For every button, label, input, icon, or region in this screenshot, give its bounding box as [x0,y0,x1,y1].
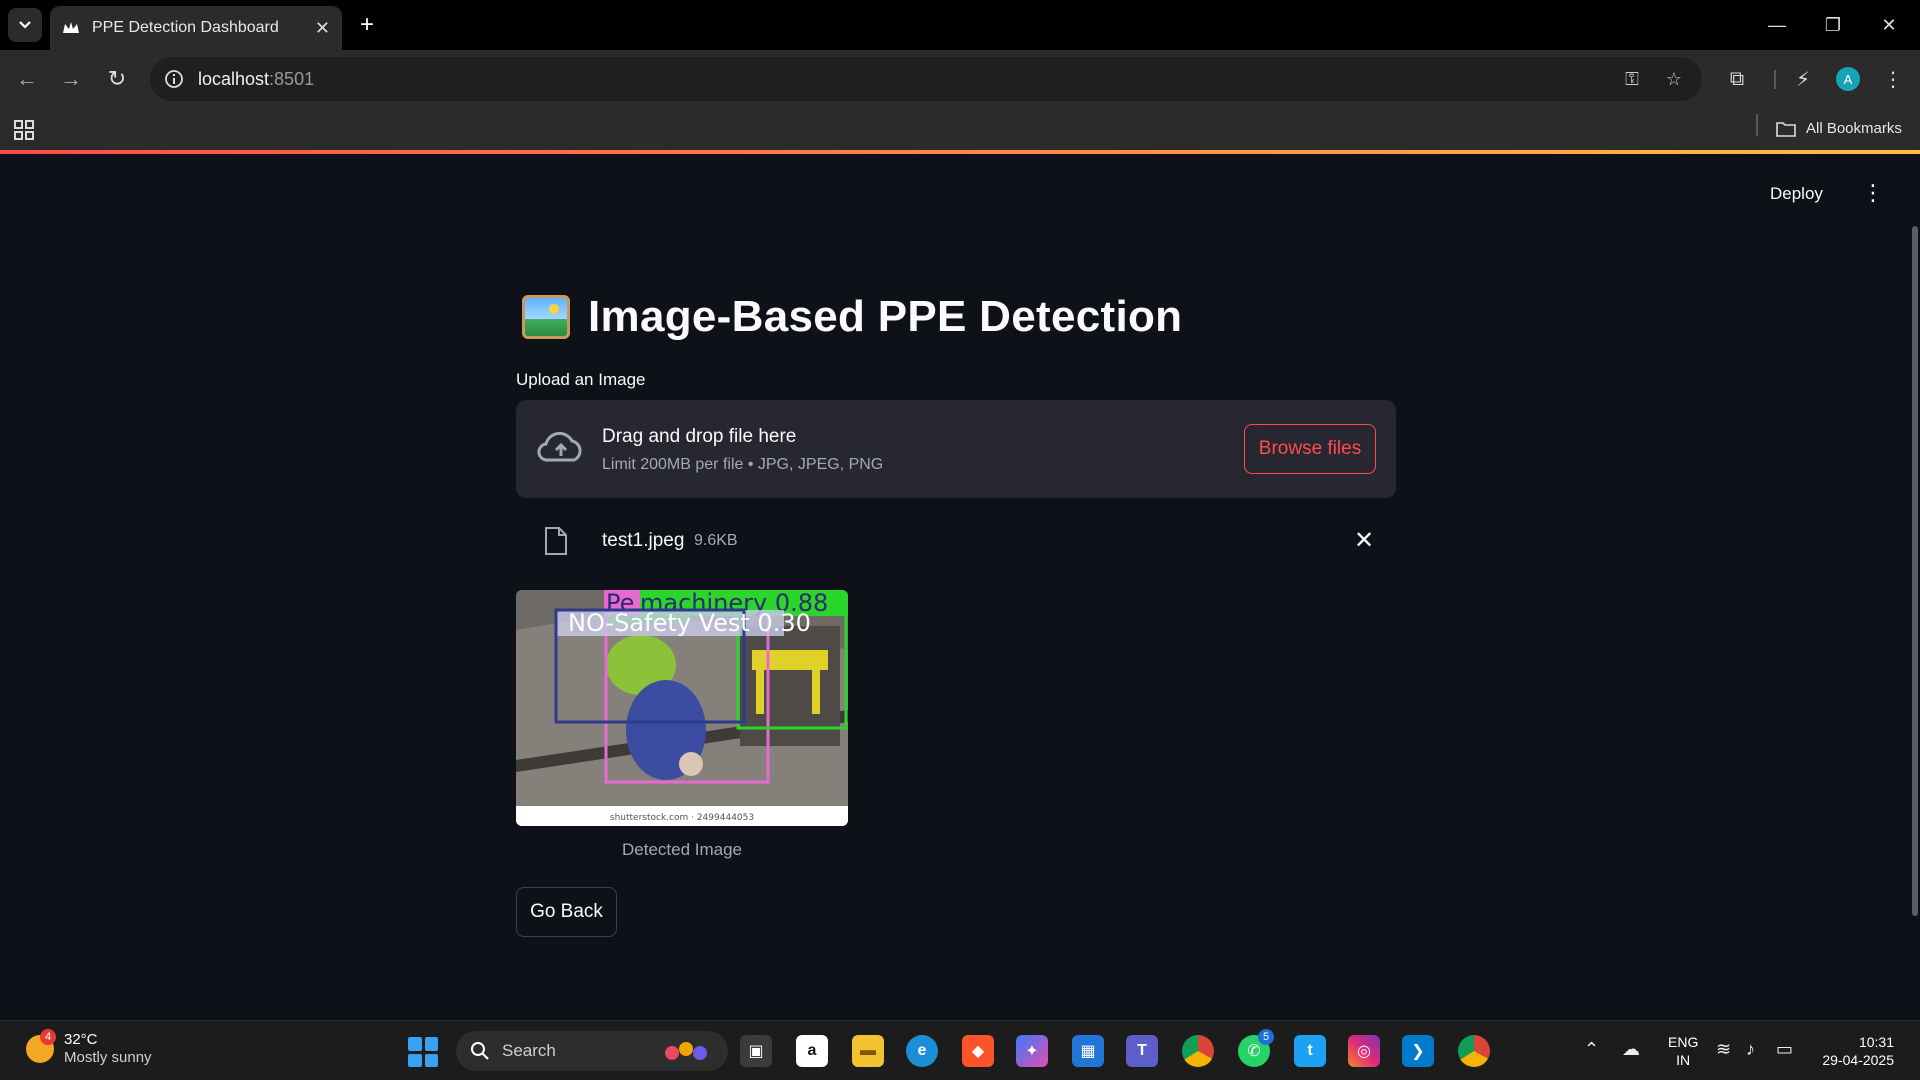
url-port: :8501 [269,68,315,89]
app-menu-icon[interactable]: ⋮ [1862,180,1884,206]
tab-title: PPE Detection Dashboard [92,19,279,36]
folder-icon [1776,121,1796,137]
wifi-icon[interactable]: ≋ [1716,1039,1731,1060]
performance-icon[interactable]: ⚡ [1788,64,1818,94]
go-back-button[interactable]: Go Back [516,887,617,937]
task-view-icon[interactable]: ▣ [740,1035,772,1067]
restore-button[interactable]: ❐ [1808,10,1858,40]
deploy-button[interactable]: Deploy [1770,184,1823,204]
file-icon [545,527,567,555]
scrollbar[interactable] [1912,226,1918,916]
uploaded-file-size: 9.6KB [694,532,738,549]
weather-temperature: 32°C [64,1031,98,1048]
page-title-text: Image-Based PPE Detection [588,292,1183,341]
streamlit-crown-icon [63,22,79,33]
windows-start-icon[interactable] [408,1037,438,1067]
forward-button[interactable]: → [56,64,86,94]
remove-file-icon[interactable]: ✕ [1354,526,1374,555]
volume-icon[interactable]: ♪ [1746,1039,1755,1060]
extensions-icon[interactable]: ⧉ [1722,64,1752,94]
search-icon [471,1042,489,1060]
instagram-icon[interactable]: ◎ [1348,1035,1380,1067]
address-bar[interactable]: localhost:8501 ⚿ ☆ [150,57,1702,101]
dropzone-limit: Limit 200MB per file • JPG, JPEG, PNG [602,456,884,473]
taskbar-search[interactable]: Search [456,1031,728,1071]
weather-description: Mostly sunny [64,1049,152,1066]
tab-search-button[interactable] [8,8,42,42]
image-caption: Detected Image [621,840,742,859]
vscode-icon[interactable]: ❯ [1402,1035,1434,1067]
battery-icon[interactable]: ▭ [1776,1039,1793,1060]
app-container: Deploy ⋮ Image-Based PPE Detection Uploa… [0,154,1920,1020]
weather-badge: 4 [40,1029,56,1045]
close-window-button[interactable]: ✕ [1864,10,1914,40]
password-key-icon[interactable]: ⚿ [1620,67,1644,91]
system-clock[interactable]: 10:31 29-04-2025 [1816,1033,1894,1069]
page-title: Image-Based PPE Detection [522,292,1182,342]
language-indicator[interactable]: ENG IN [1668,1033,1698,1069]
clock-time: 10:31 [1858,1034,1894,1050]
dropzone-title: Drag and drop file here [602,426,797,447]
show-hidden-icons-icon[interactable]: ⌃ [1584,1039,1599,1060]
browser-toolbar: ← → ↻ localhost:8501 ⚿ ☆ ⧉ | ⚡ A ⋮ [0,50,1920,108]
file-dropzone[interactable]: Drag and drop file here Limit 200MB per … [516,400,1396,498]
amazon-icon[interactable]: a [796,1035,828,1067]
taskbar: 4 32°C Mostly sunny Search ▣ a ▬ e ◆ ✦ ▦… [0,1020,1920,1080]
region-code: IN [1676,1052,1691,1068]
chrome-profile-icon[interactable] [1458,1035,1490,1067]
all-bookmarks-button[interactable]: All Bookmarks [1776,120,1902,137]
whatsapp-icon[interactable]: ✆ 5 [1238,1029,1274,1067]
whatsapp-badge: 5 [1258,1029,1274,1045]
detected-image: Pe machinery 0.88 NO-Safety Vest 0.30 sh… [516,590,848,826]
bookmarks-divider [1756,114,1758,136]
microsoft-store-icon[interactable]: ▦ [1072,1035,1104,1067]
detection-result-graphic: Pe machinery 0.88 NO-Safety Vest 0.30 sh… [516,590,848,826]
minimize-button[interactable]: — [1752,10,1802,40]
framed-picture-icon [522,295,570,339]
image-watermark: shutterstock.com · 2499444053 [610,813,754,823]
search-placeholder: Search [502,1041,556,1060]
chrome-icon[interactable] [1182,1035,1214,1067]
box-label-no-vest: NO-Safety Vest 0.30 [568,609,811,637]
uploaded-file-row: test1.jpeg 9.6KB ✕ [516,522,1396,562]
brave-icon[interactable]: ◆ [962,1035,994,1067]
browser-tab-active[interactable]: PPE Detection Dashboard ✕ [50,6,342,50]
search-highlight-icon [665,1042,707,1060]
uploaded-file-name: test1.jpeg [602,530,685,551]
apps-grid-icon[interactable] [12,118,36,142]
new-tab-button[interactable]: + [352,10,382,40]
upload-label: Upload an Image [516,370,646,389]
bookmark-star-icon[interactable]: ☆ [1662,67,1686,91]
browse-files-button[interactable]: Browse files [1244,424,1376,474]
back-button[interactable]: ← [12,64,42,94]
browser-menu-icon[interactable]: ⋮ [1878,64,1908,94]
twitter-icon[interactable]: t [1294,1035,1326,1067]
weather-sun-icon: 4 [26,1029,56,1063]
toolbar-divider: | [1772,67,1778,90]
all-bookmarks-label: All Bookmarks [1806,120,1902,137]
browser-tabstrip: PPE Detection Dashboard ✕ + — ❐ ✕ [0,0,1920,50]
weather-widget[interactable]: 4 32°C Mostly sunny [26,1029,152,1067]
profile-avatar[interactable]: A [1836,67,1860,91]
cloud-upload-icon [537,431,582,462]
reload-button[interactable]: ↻ [102,64,132,94]
edge-icon[interactable]: e [906,1035,938,1067]
teams-icon[interactable]: T [1126,1035,1158,1067]
site-info-icon[interactable] [164,69,184,89]
chevron-down-icon [19,21,31,29]
language-code: ENG [1668,1034,1699,1050]
copilot-icon[interactable]: ✦ [1016,1035,1048,1067]
bookmarks-bar: All Bookmarks [0,108,1920,152]
close-tab-icon[interactable]: ✕ [315,18,330,39]
clock-date: 29-04-2025 [1822,1052,1894,1068]
onedrive-offline-icon[interactable]: ☁ [1622,1039,1640,1060]
file-explorer-icon[interactable]: ▬ [852,1035,884,1067]
url-host: localhost [198,68,270,89]
